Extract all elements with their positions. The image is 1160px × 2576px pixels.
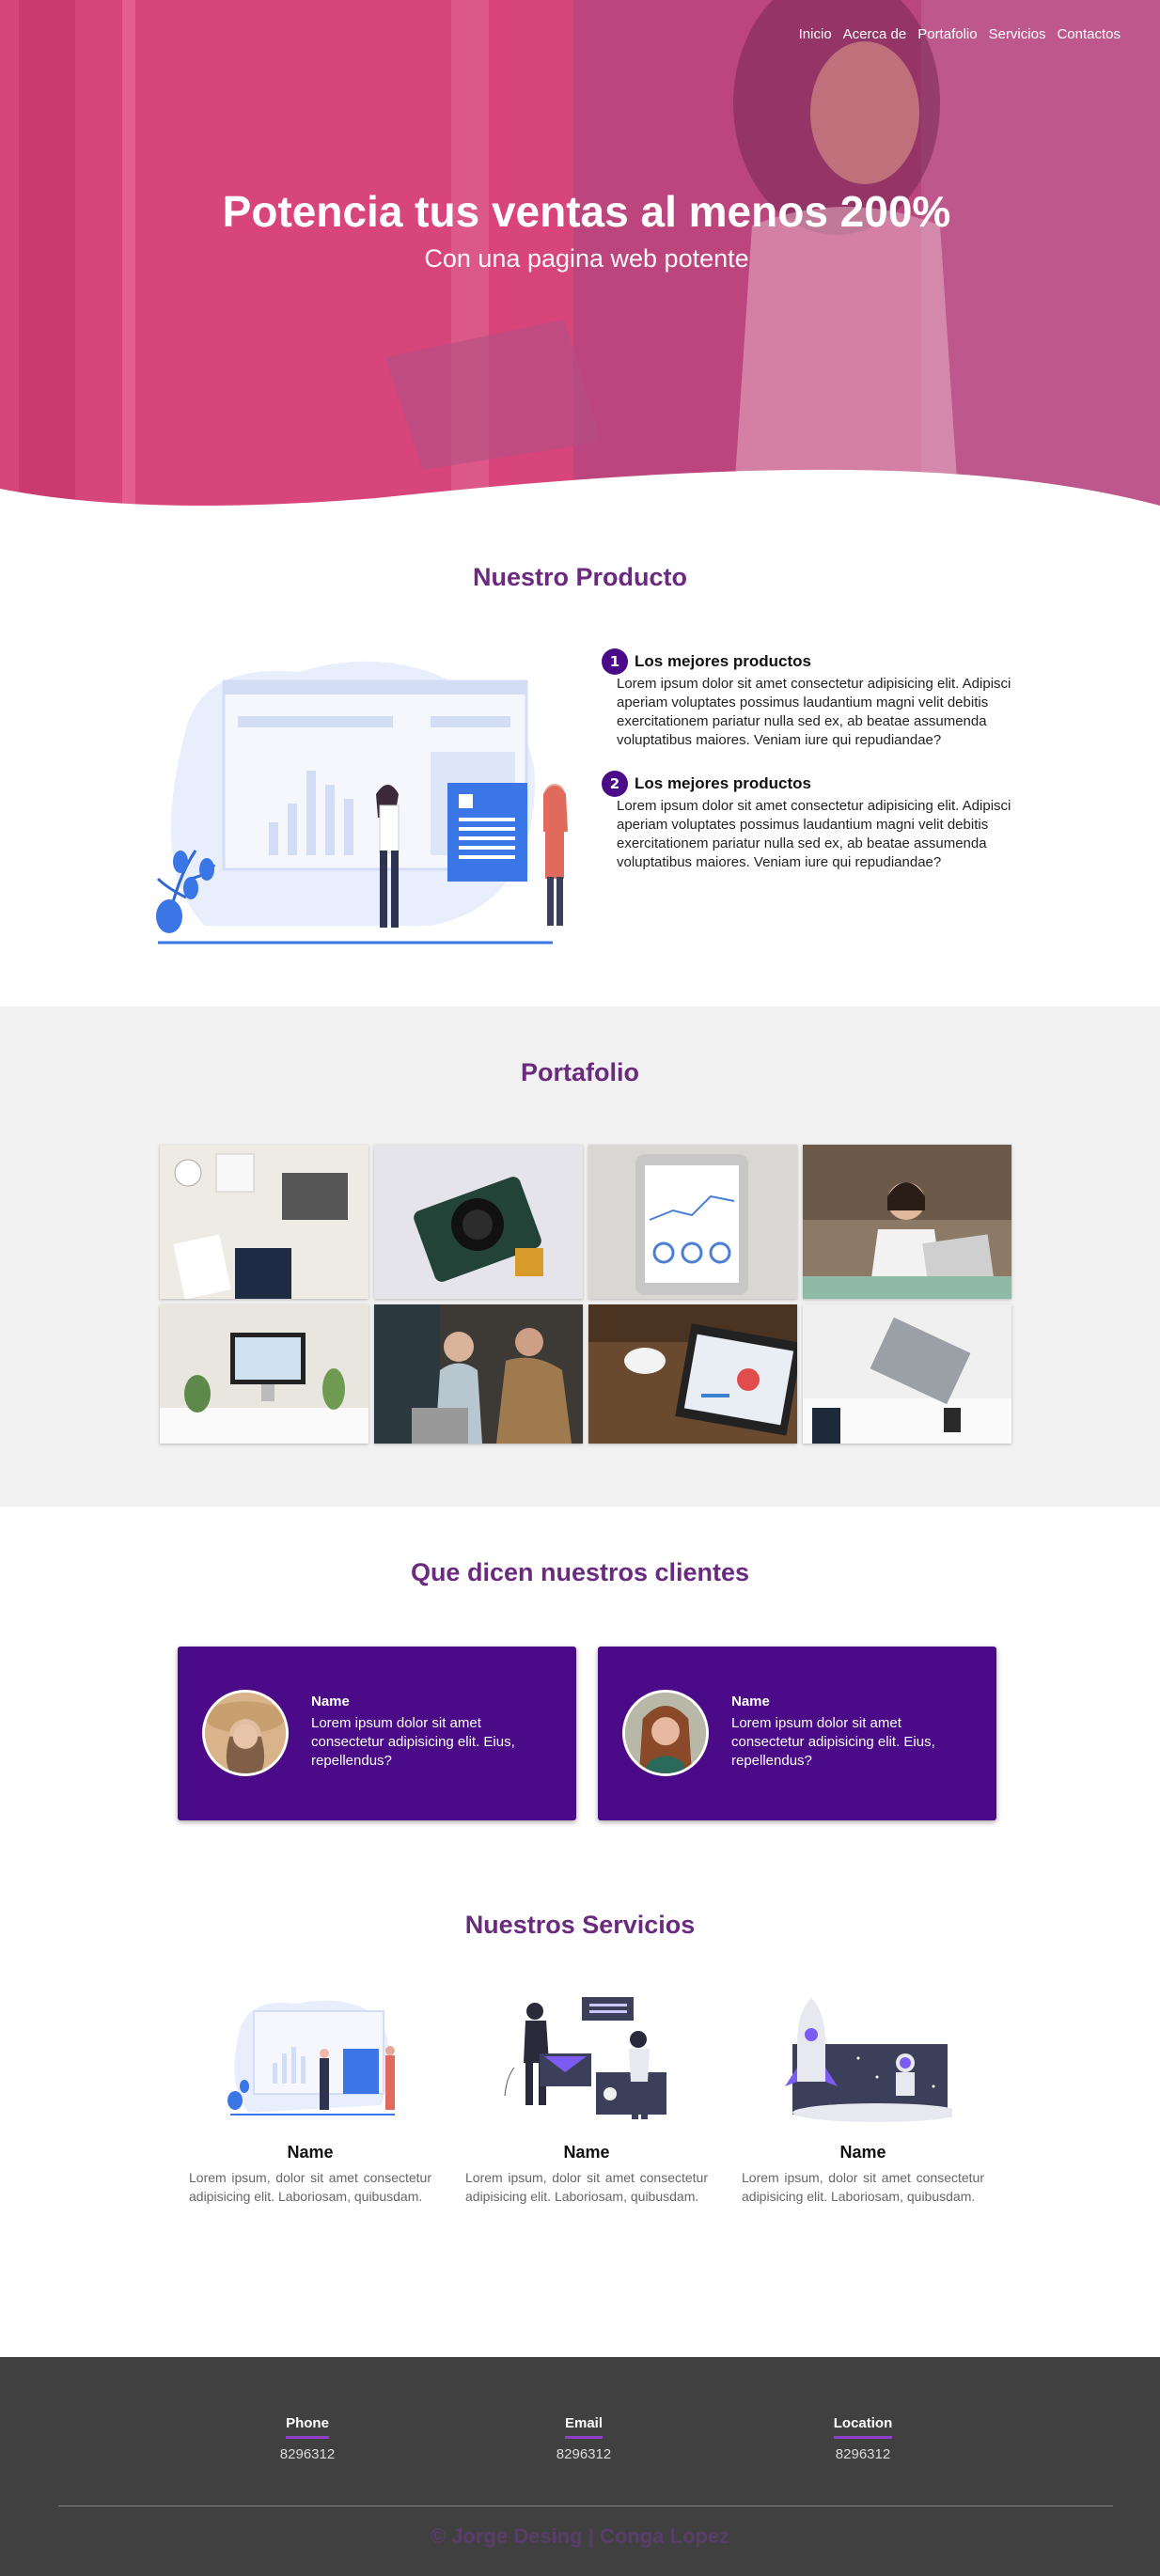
service-name: Name bbox=[839, 2143, 886, 2162]
testimonial-text: Lorem ipsum dolor sit amet consectetur a… bbox=[731, 1715, 935, 1769]
avatar bbox=[202, 1690, 289, 1776]
footer-value: 8296312 bbox=[835, 2446, 891, 2462]
nav-portafolio[interactable]: Portafolio bbox=[917, 26, 977, 42]
portafolio-section: Portafolio bbox=[0, 1007, 1160, 1507]
nav-servicios[interactable]: Servicios bbox=[989, 26, 1046, 42]
feature-text: Lorem ipsum dolor sit amet consectetur a… bbox=[617, 676, 1011, 748]
hero-wave-divider bbox=[0, 469, 1160, 507]
portfolio-image-desk[interactable] bbox=[160, 1145, 368, 1299]
portfolio-image-imac[interactable] bbox=[160, 1304, 368, 1444]
testimonial-card: Name Lorem ipsum dolor sit amet consecte… bbox=[598, 1647, 996, 1820]
nav-contactos[interactable]: Contactos bbox=[1057, 26, 1121, 42]
service-item: Name Lorem ipsum, dolor sit amet consect… bbox=[189, 1992, 431, 2206]
footer-heading: Location bbox=[833, 2415, 893, 2439]
servicios-title: Nuestros Servicios bbox=[464, 1911, 696, 1939]
service-name: Name bbox=[287, 2143, 334, 2162]
footer-value: 8296312 bbox=[556, 2446, 612, 2462]
dashboard-illustration bbox=[227, 2000, 395, 2115]
avatar bbox=[622, 1690, 709, 1776]
clientes-section: Que dicen nuestros clientes Name Lorem i… bbox=[0, 1507, 1160, 1870]
feature-title: Los mejores productos bbox=[635, 652, 811, 670]
nav-inicio[interactable]: Inicio bbox=[799, 26, 832, 42]
testimonial-name: Name bbox=[731, 1694, 770, 1710]
portafolio-title: Portafolio bbox=[521, 1058, 639, 1086]
testimonial-text: Lorem ipsum dolor sit amet consectetur a… bbox=[311, 1715, 515, 1769]
service-name: Name bbox=[563, 2143, 610, 2162]
footer-contact-phone: Phone 8296312 bbox=[213, 2413, 401, 2462]
footer-contact-email: Email 8296312 bbox=[490, 2413, 678, 2462]
feature-item: 1 Los mejores productos Lorem ipsum dolo… bbox=[602, 648, 1015, 750]
footer: Phone 8296312 Email 8296312 Location 829… bbox=[0, 2357, 1160, 2576]
dashboard-illustration bbox=[156, 661, 568, 945]
service-text: Lorem ipsum, dolor sit amet consectetur … bbox=[742, 2170, 984, 2204]
hero-subtitle: Con una pagina web potente bbox=[424, 244, 749, 273]
feature-title: Los mejores productos bbox=[635, 774, 811, 792]
portfolio-grid bbox=[160, 1145, 1011, 1444]
portfolio-image-tablet[interactable] bbox=[588, 1145, 797, 1299]
rocket-illustration bbox=[785, 1998, 962, 2122]
hero: Inicio Acerca de Portafolio Servicios Co… bbox=[0, 0, 1160, 507]
servicios-section: Nuestros Servicios Name Lorem ipsum, dol… bbox=[0, 1870, 1160, 2357]
portfolio-image-woman-laptop[interactable] bbox=[803, 1145, 1011, 1299]
footer-heading: Phone bbox=[286, 2415, 329, 2439]
service-item: Name Lorem ipsum, dolor sit amet consect… bbox=[742, 1992, 984, 2206]
portfolio-image-camera[interactable] bbox=[374, 1145, 583, 1299]
footer-value: 8296312 bbox=[279, 2446, 336, 2462]
testimonial-name: Name bbox=[311, 1694, 350, 1710]
portfolio-image-laptop-desk[interactable] bbox=[803, 1304, 1011, 1444]
nav-acerca-de[interactable]: Acerca de bbox=[843, 26, 907, 42]
team-illustration bbox=[504, 1997, 666, 2119]
footer-heading: Email bbox=[564, 2415, 604, 2439]
feature-item: 2 Los mejores productos Lorem ipsum dolo… bbox=[602, 771, 1015, 872]
service-text: Lorem ipsum, dolor sit amet consectetur … bbox=[189, 2170, 431, 2204]
portfolio-image-analytics[interactable] bbox=[588, 1304, 797, 1444]
producto-title: Nuestro Producto bbox=[472, 563, 687, 591]
clientes-title: Que dicen nuestros clientes bbox=[410, 1558, 750, 1586]
portfolio-image-meeting[interactable] bbox=[374, 1304, 583, 1444]
top-nav: Inicio Acerca de Portafolio Servicios Co… bbox=[799, 26, 1121, 42]
service-item: Name Lorem ipsum, dolor sit amet consect… bbox=[465, 1992, 708, 2206]
footer-contact-location: Location 8296312 bbox=[769, 2413, 957, 2462]
feature-number-badge: 1 bbox=[602, 648, 628, 675]
hero-title: Potencia tus ventas al menos 200% bbox=[222, 187, 951, 236]
feature-text: Lorem ipsum dolor sit amet consectetur a… bbox=[617, 798, 1011, 870]
producto-section: Nuestro Producto 1 Los mejores productos… bbox=[0, 507, 1160, 1007]
feature-number-badge: 2 bbox=[602, 771, 628, 797]
service-text: Lorem ipsum, dolor sit amet consectetur … bbox=[465, 2170, 708, 2204]
feature-list: 1 Los mejores productos Lorem ipsum dolo… bbox=[602, 648, 1015, 893]
footer-copyright: © Jorge Desing | Conga Lopez bbox=[430, 2524, 730, 2548]
testimonial-card: Name Lorem ipsum dolor sit amet consecte… bbox=[178, 1647, 576, 1820]
